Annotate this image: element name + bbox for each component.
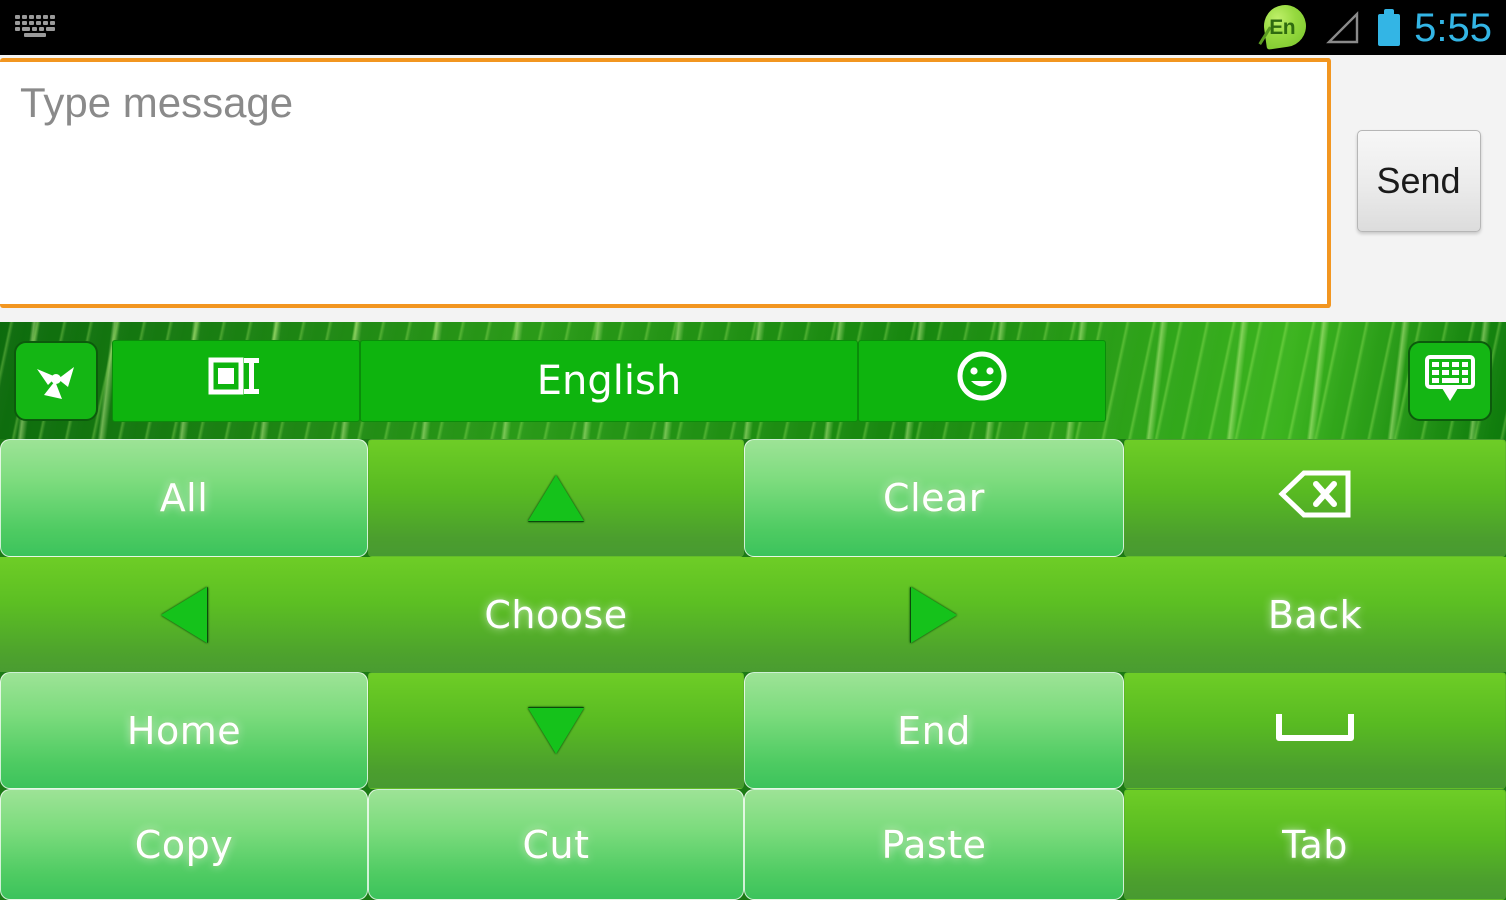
- keyboard-key-grid: All Clear Choose Back Home End Copy Cut …: [0, 439, 1506, 900]
- language-leaf-icon: En: [1256, 1, 1310, 56]
- send-button[interactable]: Send: [1356, 130, 1481, 232]
- key-label: Back: [1267, 592, 1363, 637]
- space-bar-icon: [1275, 709, 1355, 753]
- key-arrow-right[interactable]: [744, 557, 1124, 672]
- key-all[interactable]: All: [0, 439, 368, 557]
- text-select-button[interactable]: [112, 339, 360, 422]
- key-label: Tab: [1282, 822, 1348, 867]
- key-arrow-left[interactable]: [0, 557, 368, 672]
- language-badge-label: En: [1269, 15, 1296, 39]
- status-bar-right: En 5:55: [1256, 1, 1506, 56]
- app-logo-icon: [32, 355, 80, 407]
- smiley-icon: [955, 349, 1009, 413]
- hide-keyboard-icon: [1424, 354, 1476, 408]
- emoji-button[interactable]: [858, 339, 1106, 422]
- key-label: End: [897, 708, 971, 753]
- key-tab[interactable]: Tab: [1124, 789, 1506, 900]
- key-choose[interactable]: Choose: [368, 557, 744, 672]
- arrow-down-icon: [528, 707, 584, 754]
- text-cursor-icon: [208, 352, 264, 410]
- status-bar-clock: 5:55: [1414, 5, 1492, 50]
- key-label: Home: [126, 708, 242, 753]
- keyboard-icon[interactable]: [14, 12, 56, 44]
- key-arrow-down[interactable]: [368, 672, 744, 789]
- key-backspace[interactable]: [1124, 439, 1506, 557]
- key-copy[interactable]: Copy: [0, 789, 368, 900]
- key-label: Cut: [522, 822, 590, 867]
- arrow-up-icon: [528, 475, 584, 521]
- key-cut[interactable]: Cut: [368, 789, 744, 900]
- status-bar-left: [0, 12, 70, 44]
- message-input-placeholder: Type message: [20, 79, 294, 126]
- compose-area: Type message Send: [0, 55, 1506, 322]
- battery-icon: [1378, 9, 1401, 46]
- message-input[interactable]: Type message: [0, 58, 1331, 308]
- key-label: Copy: [134, 822, 234, 867]
- arrow-left-icon: [161, 586, 207, 643]
- key-clear[interactable]: Clear: [744, 439, 1124, 557]
- hide-keyboard-button[interactable]: [1408, 340, 1492, 421]
- key-label: All: [159, 476, 209, 520]
- software-keyboard: English All Clear Choose Back Home End C…: [0, 322, 1506, 900]
- app-logo-button[interactable]: [14, 340, 98, 421]
- key-home[interactable]: Home: [0, 672, 368, 789]
- key-end[interactable]: End: [744, 672, 1124, 789]
- status-bar: En 5:55: [0, 0, 1506, 56]
- arrow-right-icon: [911, 586, 957, 643]
- signal-icon: [1324, 10, 1364, 45]
- language-switch-button[interactable]: English: [360, 339, 858, 422]
- key-label: Choose: [484, 592, 628, 637]
- key-arrow-up[interactable]: [368, 439, 744, 557]
- key-paste[interactable]: Paste: [744, 789, 1124, 900]
- key-space[interactable]: [1124, 672, 1506, 789]
- battery-body: [1378, 14, 1401, 46]
- backspace-icon: [1278, 469, 1352, 528]
- key-label: Clear: [883, 476, 985, 520]
- send-button-container: Send: [1331, 55, 1506, 322]
- key-label: Paste: [881, 822, 987, 867]
- device-screen: En 5:55 Type message Send English All Cl…: [0, 0, 1506, 900]
- key-back[interactable]: Back: [1124, 557, 1506, 672]
- keyboard-toolbar: English: [0, 322, 1506, 439]
